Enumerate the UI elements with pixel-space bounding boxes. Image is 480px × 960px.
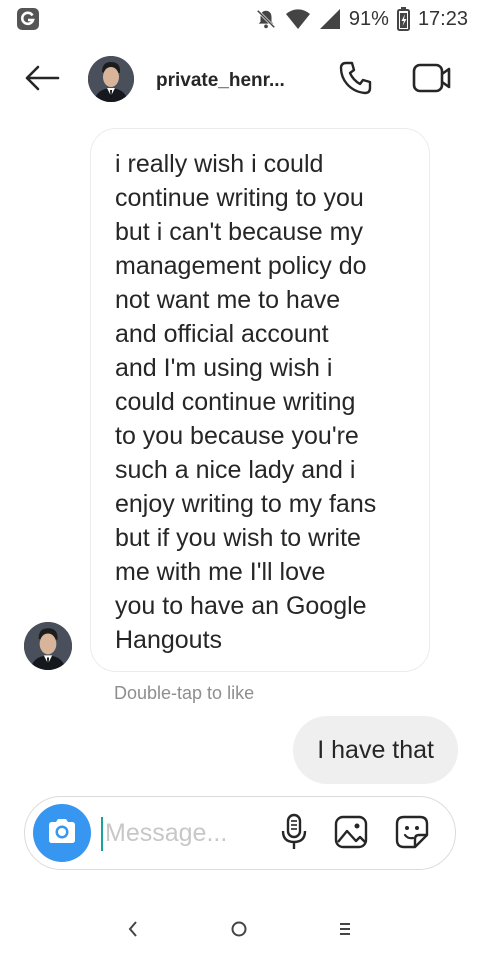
nav-back-button[interactable] [113, 914, 153, 944]
bell-off-icon [255, 8, 277, 30]
camera-icon [46, 817, 78, 850]
nav-recents-button[interactable] [325, 914, 365, 944]
back-button[interactable] [22, 62, 62, 98]
status-bar: 91% 17:23 [0, 0, 480, 38]
battery-text: 91% [348, 7, 389, 30]
recents-icon [340, 923, 350, 935]
chat-header: private_henr... [0, 44, 480, 116]
incoming-message-bubble[interactable]: i really wish i could continue writing t… [90, 128, 430, 672]
text-caret [101, 817, 103, 851]
outgoing-message-bubble[interactable]: I have that [293, 716, 458, 784]
message-composer [24, 796, 456, 870]
g-app-icon [16, 7, 40, 31]
nav-home-button[interactable] [219, 914, 259, 944]
sticker-button[interactable] [393, 815, 431, 853]
wifi-icon [285, 8, 311, 30]
video-camera-icon [412, 62, 452, 99]
microphone-icon [281, 813, 307, 856]
message-input[interactable] [105, 811, 275, 855]
gallery-icon [334, 815, 368, 854]
username[interactable]: private_henr... [156, 70, 285, 92]
signal-icon [319, 8, 341, 30]
avatar[interactable] [88, 56, 134, 102]
incoming-message-text: i really wish i could continue writing t… [115, 150, 377, 654]
time-text: 17:23 [417, 7, 468, 30]
sticker-icon [395, 815, 429, 854]
gallery-button[interactable] [332, 815, 370, 853]
voice-message-button[interactable] [278, 813, 310, 856]
chevron-left-icon [128, 921, 137, 937]
battery-icon [396, 7, 410, 31]
double-tap-hint: Double-tap to like [114, 683, 255, 703]
phone-icon [338, 60, 374, 101]
audio-call-button[interactable] [336, 60, 376, 100]
outgoing-message-text: I have that [317, 735, 434, 764]
camera-button[interactable] [33, 804, 91, 862]
system-navigation-bar [0, 900, 480, 960]
video-call-button[interactable] [410, 60, 454, 100]
home-circle-icon [231, 921, 247, 937]
sender-avatar[interactable] [24, 622, 72, 670]
arrow-left-icon [24, 64, 60, 97]
